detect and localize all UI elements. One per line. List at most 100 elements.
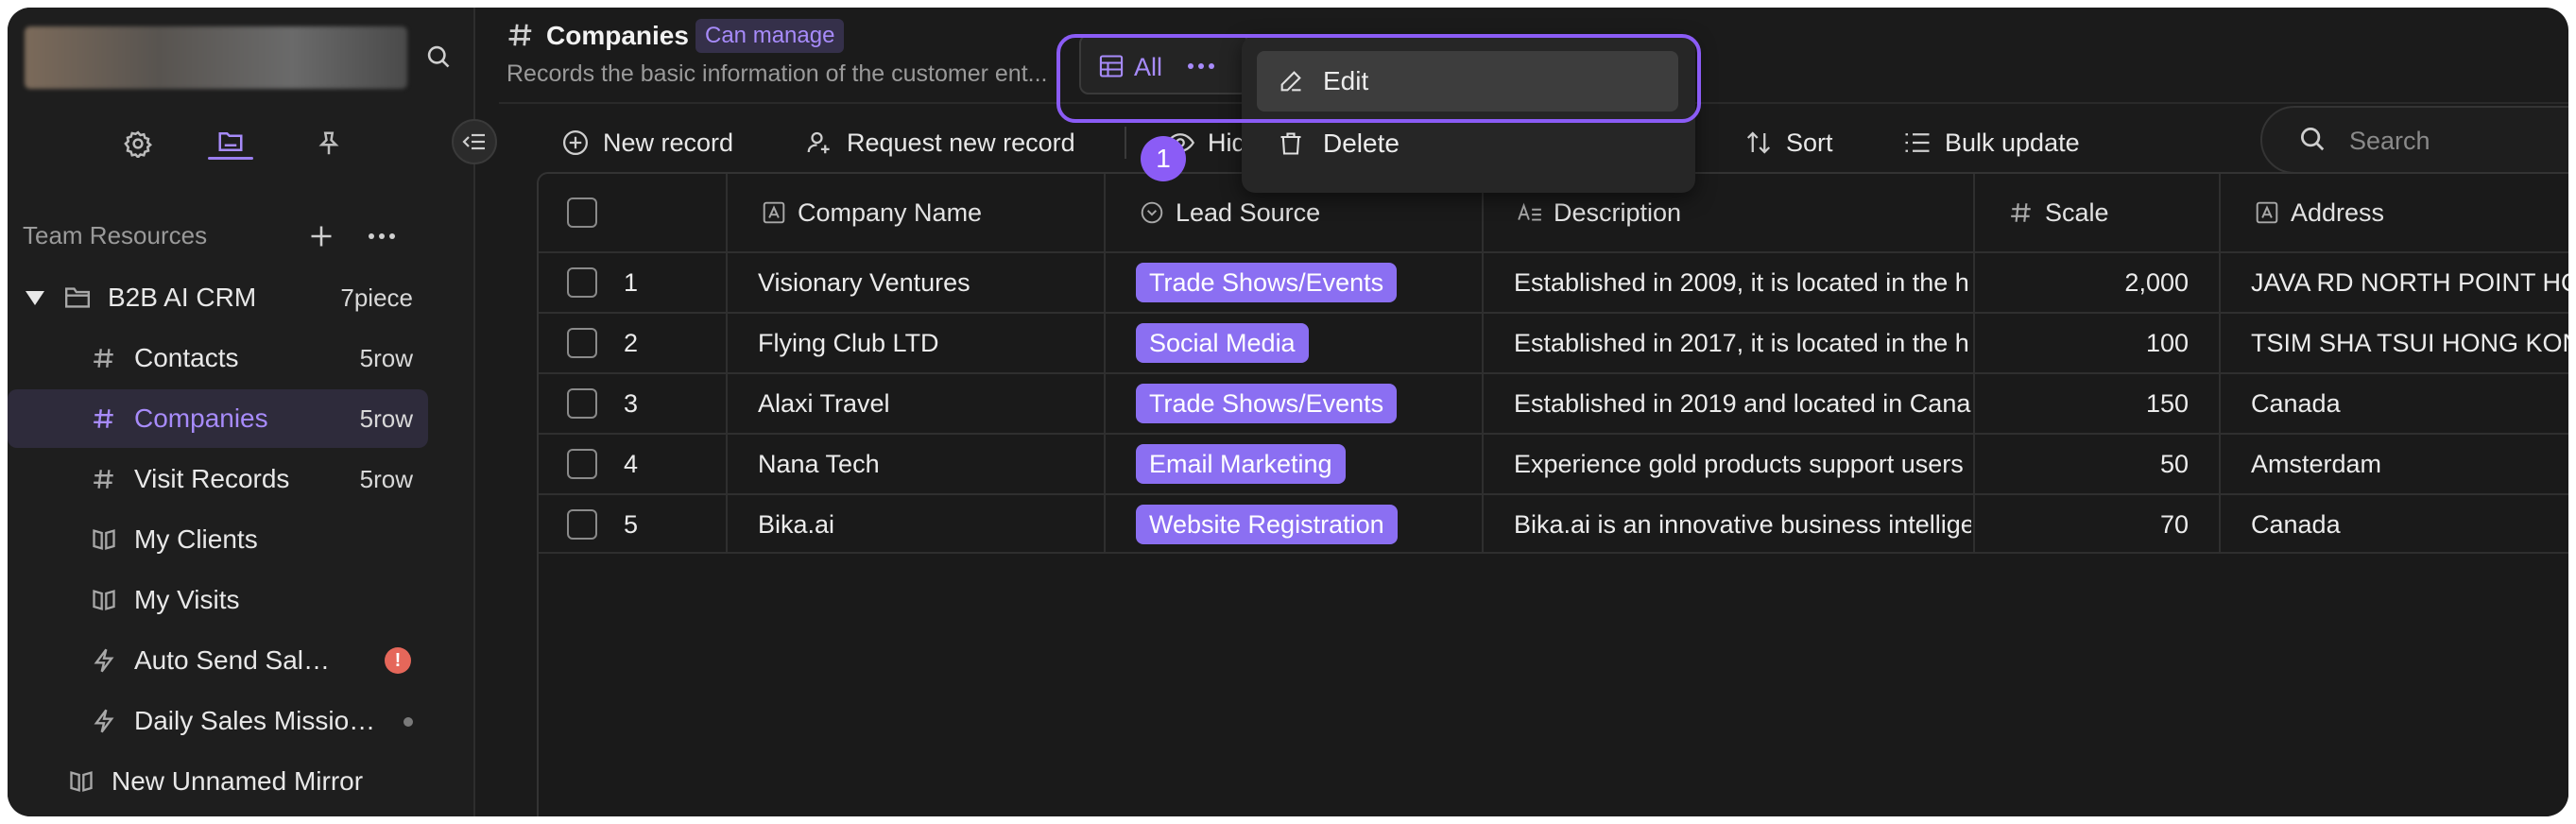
pin-icon[interactable] xyxy=(308,123,350,164)
description-cell[interactable]: Established in 2009, it is located in th… xyxy=(1514,253,1971,312)
lightning-icon xyxy=(87,704,121,738)
lead-source-cell[interactable]: Trade Shows/Events xyxy=(1136,253,1398,312)
grid-vline xyxy=(726,174,728,251)
tree-item-daily-sales-mission[interactable]: Daily Sales Mission... xyxy=(87,692,428,750)
scale-cell[interactable]: 100 xyxy=(1975,314,2189,372)
row-checkbox[interactable] xyxy=(567,509,597,540)
search-icon[interactable] xyxy=(418,36,459,77)
pencil-icon xyxy=(1274,64,1308,98)
grid-vline xyxy=(2219,174,2221,552)
address-cell[interactable]: TSIM SHA TSUI HONG KON xyxy=(2251,314,2568,372)
search-box[interactable] xyxy=(2260,106,2568,174)
more-icon[interactable] xyxy=(361,215,403,257)
collapse-sidebar-icon[interactable] xyxy=(452,119,497,164)
tree-count: 5row xyxy=(359,343,413,372)
space-logo-blurred[interactable] xyxy=(25,26,407,89)
sort-icon xyxy=(1743,127,1775,159)
lead-source-cell[interactable]: Website Registration xyxy=(1136,495,1398,554)
scale-cell[interactable]: 70 xyxy=(1975,495,2189,554)
tree-label: Auto Send Sales ... xyxy=(134,645,342,675)
mirror-icon xyxy=(64,764,98,798)
tree-item-new-unnamed-mirror[interactable]: New Unnamed Mirror xyxy=(64,752,428,811)
tree-item-my-clients[interactable]: My Clients xyxy=(87,510,428,569)
row-index: 5 xyxy=(624,509,639,539)
grid-view-icon xyxy=(1098,53,1125,79)
tree-label: Visit Records xyxy=(134,464,290,493)
company-name-cell[interactable]: Bika.ai xyxy=(758,495,834,554)
tree-count: 5row xyxy=(359,403,413,433)
column-header-address[interactable]: Address xyxy=(2253,174,2384,251)
grid-vline xyxy=(1104,174,1106,552)
plus-circle-icon xyxy=(559,127,592,159)
settings-icon[interactable] xyxy=(117,123,159,164)
lead-source-tag: Trade Shows/Events xyxy=(1136,263,1398,302)
select-all-checkbox[interactable] xyxy=(567,197,597,228)
tree-count: 7piece xyxy=(340,283,413,312)
bulk-update-button[interactable]: Bulk update xyxy=(1901,119,2080,166)
row-checkbox[interactable] xyxy=(567,267,597,298)
company-name-cell[interactable]: Alaxi Travel xyxy=(758,374,890,433)
column-header-scale[interactable]: Scale xyxy=(2007,174,2109,251)
tree-folder-b2b-ai-crm[interactable]: B2B AI CRM 7piece xyxy=(25,268,428,327)
tree-label: New Unnamed Mirror xyxy=(112,766,364,796)
tree-item-contacts[interactable]: Contacts 5row xyxy=(87,329,428,387)
address-cell[interactable]: Amsterdam xyxy=(2251,435,2568,493)
long-text-icon xyxy=(1516,198,1544,227)
scale-cell[interactable]: 50 xyxy=(1975,435,2189,493)
view-tab-all[interactable]: All xyxy=(1079,34,1249,94)
description-cell[interactable]: Experience gold products support users xyxy=(1514,435,1971,493)
tree-item-auto-send-sales[interactable]: Auto Send Sales ... ! xyxy=(87,631,428,690)
lead-source-cell[interactable]: Email Marketing xyxy=(1136,435,1346,493)
sort-button[interactable]: Sort xyxy=(1743,119,1833,166)
grid-vline xyxy=(726,251,728,552)
toolbar-divider xyxy=(1125,127,1126,159)
company-name-cell[interactable]: Visionary Ventures xyxy=(758,253,970,312)
section-title: Team Resources xyxy=(23,221,208,249)
number-field-icon xyxy=(2007,198,2035,227)
row-checkbox[interactable] xyxy=(567,328,597,358)
permission-badge: Can manage xyxy=(696,19,845,53)
tree-item-companies[interactable]: Companies 5row xyxy=(8,389,428,448)
mirror-icon xyxy=(87,583,121,617)
caret-down-icon[interactable] xyxy=(25,289,47,306)
request-new-record-button[interactable]: Request new record xyxy=(803,119,1075,166)
lead-source-cell[interactable]: Trade Shows/Events xyxy=(1136,374,1398,433)
app-window: Team Resources B2B AI CRM 7piece Contact… xyxy=(8,8,2568,816)
tree-label: Companies xyxy=(134,403,268,433)
company-name-cell[interactable]: Nana Tech xyxy=(758,435,880,493)
menu-item-edit[interactable]: Edit xyxy=(1257,51,1678,112)
scale-cell[interactable]: 150 xyxy=(1975,374,2189,433)
view-tab-label: All xyxy=(1134,53,1163,81)
select-field-icon xyxy=(1138,198,1166,227)
new-record-button[interactable]: New record xyxy=(559,119,733,166)
more-icon[interactable] xyxy=(1187,62,1215,70)
row-checkbox[interactable] xyxy=(567,449,597,479)
scale-cell[interactable]: 2,000 xyxy=(1975,253,2189,312)
step-marker: 1 xyxy=(1141,136,1186,181)
text-field-icon xyxy=(2253,198,2281,227)
address-cell[interactable]: Canada xyxy=(2251,495,2568,554)
tree-item-visit-records[interactable]: Visit Records 5row xyxy=(87,450,428,508)
menu-item-delete[interactable]: Delete xyxy=(1257,113,1678,174)
add-icon[interactable] xyxy=(301,215,342,257)
description-cell[interactable]: Bika.ai is an innovative business intell… xyxy=(1514,495,1971,554)
description-cell[interactable]: Established in 2019 and located in Cana xyxy=(1514,374,1971,433)
hash-icon xyxy=(87,341,121,375)
column-header-company-name[interactable]: Company Name xyxy=(760,174,982,251)
hash-icon xyxy=(87,402,121,436)
description-cell[interactable]: Established in 2017, it is located in th… xyxy=(1514,314,1971,372)
lead-source-cell[interactable]: Social Media xyxy=(1136,314,1309,372)
row-checkbox[interactable] xyxy=(567,388,597,419)
tree-label: Daily Sales Mission... xyxy=(134,706,380,735)
lead-source-tag: Email Marketing xyxy=(1136,444,1346,484)
page-description[interactable]: Records the basic information of the cus… xyxy=(507,60,1048,88)
sidebar: Team Resources B2B AI CRM 7piece Contact… xyxy=(8,8,475,816)
search-input[interactable] xyxy=(2347,119,2568,163)
mirror-icon xyxy=(87,523,121,557)
address-cell[interactable]: Canada xyxy=(2251,374,2568,433)
lead-source-tag: Trade Shows/Events xyxy=(1136,384,1398,423)
data-grid: Company Name Lead Source Description Sca… xyxy=(537,172,2568,816)
company-name-cell[interactable]: Flying Club LTD xyxy=(758,314,939,372)
address-cell[interactable]: JAVA RD NORTH POINT HO xyxy=(2251,253,2568,312)
tree-item-my-visits[interactable]: My Visits xyxy=(87,571,428,629)
